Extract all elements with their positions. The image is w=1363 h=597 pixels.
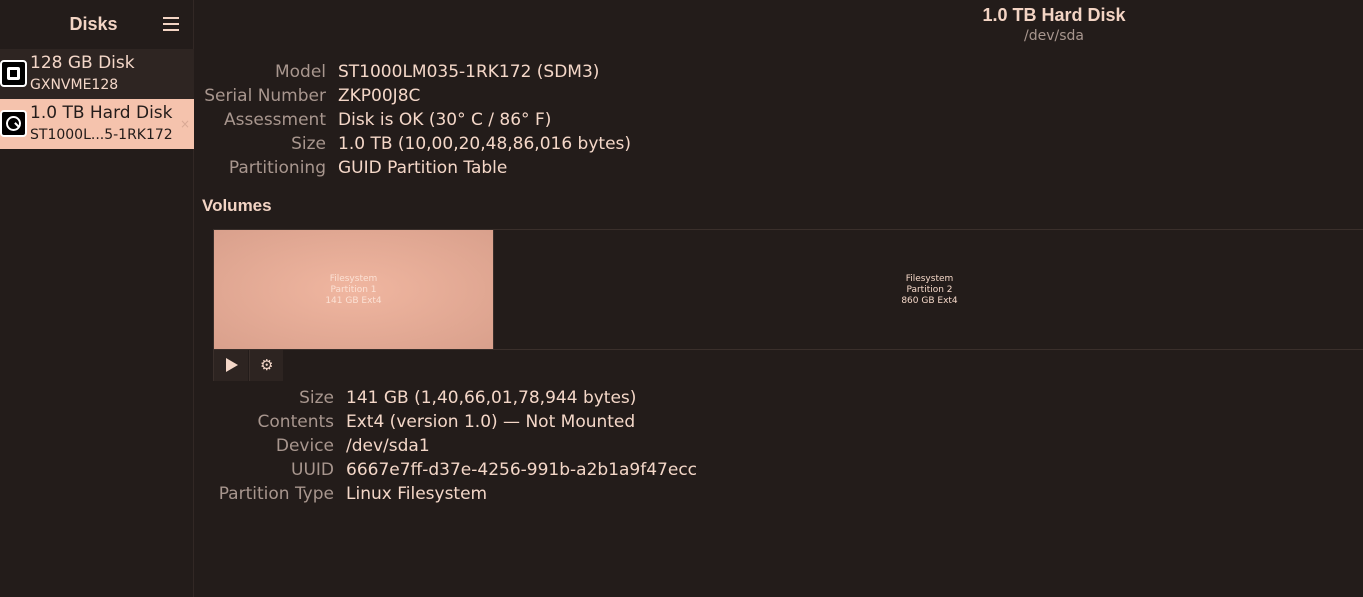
vol-value-size: 141 GB (1,40,66,01,78,944 bytes): [346, 388, 637, 408]
sidebar-header: Disks: [0, 0, 194, 49]
partition-size: 141 GB Ext4: [325, 296, 382, 306]
mount-button[interactable]: [214, 350, 248, 381]
prop-value-model: ST1000LM035-1RK172 (SDM3): [338, 62, 600, 82]
partition-2[interactable]: Filesystem Partition 2 860 GB Ext4: [495, 230, 1363, 349]
prop-value-assessment: Disk is OK (30° C / 86° F): [338, 110, 552, 130]
sidebar-title: Disks: [69, 14, 118, 34]
volumes-heading: Volumes: [202, 196, 272, 215]
prop-label-partitioning: Partitioning: [228, 158, 326, 178]
vol-label-contents: Contents: [257, 412, 334, 432]
prop-value-partitioning: GUID Partition Table: [338, 158, 508, 178]
disks-window: Disks 128 GB Disk GXNVME128 1.0 TB Hard …: [0, 0, 1363, 597]
vol-label-partition-type: Partition Type: [218, 484, 334, 504]
sidebar: Disks 128 GB Disk GXNVME128 1.0 TB Hard …: [0, 0, 194, 597]
disk-item-128gb[interactable]: 128 GB Disk GXNVME128: [0, 49, 194, 99]
eject-icon[interactable]: ×: [180, 118, 192, 130]
vol-label-uuid: UUID: [291, 460, 334, 480]
vol-label-device: Device: [275, 436, 334, 456]
partition-name: Partition 2: [906, 285, 953, 295]
disk-item-1tb[interactable]: 1.0 TB Hard Disk ST1000L...5-1RK172 ×: [0, 99, 194, 149]
disk-device-path: /dev/sda: [1024, 28, 1084, 44]
volume-toolbar: ⚙: [214, 349, 1363, 381]
disk-title: 1.0 TB Hard Disk: [982, 5, 1126, 25]
ssd-chip-icon: [0, 60, 27, 87]
partition-1[interactable]: Filesystem Partition 1 141 GB Ext4: [214, 230, 494, 349]
prop-label-serial: Serial Number: [204, 86, 326, 106]
partition-size: 860 GB Ext4: [901, 296, 958, 306]
gears-icon: ⚙: [260, 356, 274, 374]
hard-disk-icon: [0, 110, 27, 137]
prop-label-model: Model: [274, 62, 326, 82]
disk-item-name: 128 GB Disk: [30, 53, 135, 73]
partition-name: Partition 1: [330, 285, 377, 295]
play-icon: [226, 358, 238, 372]
vol-value-uuid: 6667e7ff-d37e-4256-991b-a2b1a9f47ecc: [346, 460, 698, 480]
partition-type: Filesystem: [905, 274, 954, 284]
prop-value-serial: ZKP00J8C: [338, 86, 421, 106]
prop-label-size: Size: [291, 134, 326, 154]
vol-value-partition-type: Linux Filesystem: [346, 484, 488, 504]
hamburger-menu-icon[interactable]: [160, 14, 182, 34]
prop-value-size: 1.0 TB (10,00,20,48,86,016 bytes): [338, 134, 632, 154]
vol-value-device: /dev/sda1: [346, 436, 430, 456]
disk-item-subtitle: ST1000L...5-1RK172: [30, 127, 173, 143]
disk-item-name: 1.0 TB Hard Disk: [30, 103, 173, 123]
prop-label-assessment: Assessment: [224, 110, 326, 130]
vol-value-contents: Ext4 (version 1.0) — Not Mounted: [346, 412, 636, 432]
disk-item-subtitle: GXNVME128: [30, 77, 119, 93]
volume-map: Filesystem Partition 1 141 GB Ext4 Files…: [213, 229, 1363, 381]
partition-type: Filesystem: [329, 274, 378, 284]
partition-options-button[interactable]: ⚙: [249, 350, 283, 381]
vol-label-size: Size: [299, 388, 334, 408]
main-panel: 1.0 TB Hard Disk /dev/sda Model Serial N…: [195, 0, 1363, 597]
